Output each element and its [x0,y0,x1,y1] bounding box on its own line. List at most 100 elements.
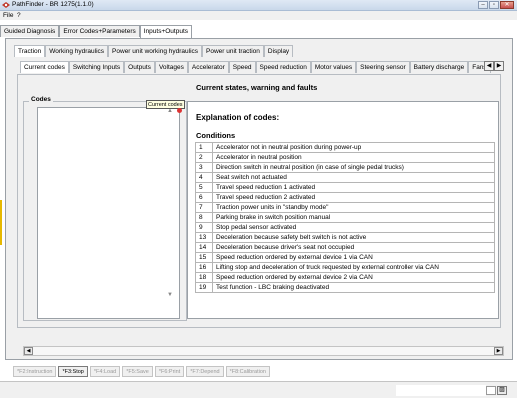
condition-number: 2 [195,152,213,163]
condition-text: Parking brake in switch position manual [212,212,495,223]
condition-text: Seat switch not actuated [212,172,495,183]
table-row: 13 Deceleration because safety belt switc… [195,232,495,243]
table-row: 16 Lifting stop and deceleration of truck… [195,262,495,273]
condition-number: 19 [195,282,213,293]
table-row: 9 Stop pedal sensor activated [195,222,495,233]
condition-number: 14 [195,242,213,253]
resize-grip-icon[interactable]: ▨ [497,386,507,395]
tab-voltages[interactable]: Voltages [154,61,188,73]
table-row: 6 Travel speed reduction 2 activated [195,192,495,203]
subtabs-level-2: Current codes Switching Inputs Outputs V… [20,61,491,73]
condition-text: Traction power units in "standby mode" [212,202,495,213]
codes-list[interactable] [37,107,180,319]
tab-motor-values[interactable]: Motor values [310,61,357,73]
horizontal-scrollbar[interactable]: ◀ ▶ [23,346,504,356]
tab-scroll-arrows: ◀ ▶ [484,61,504,71]
codes-scroll-down-icon[interactable]: ▼ [167,292,173,298]
f7-depend-button[interactable]: *F7:Depend [186,366,224,377]
table-row: 5 Travel speed reduction 1 activated [195,182,495,193]
scroll-right-button[interactable]: ▶ [494,347,503,355]
explanation-panel: Explanation of codes: Conditions 1 Accele… [187,101,499,319]
tab-speed[interactable]: Speed [228,61,256,73]
tab-switching-inputs[interactable]: Switching Inputs [68,61,125,73]
condition-text: Accelerator in neutral position [212,152,495,163]
condition-number: 16 [195,262,213,273]
table-row: 8 Parking brake in switch position manual [195,212,495,223]
tab-power-unit-traction[interactable]: Power unit traction [202,45,264,57]
tab-current-codes[interactable]: Current codes [20,61,69,73]
condition-text: Accelerator not in neutral position duri… [212,142,495,153]
f6-print-button[interactable]: *F6:Print [154,366,185,377]
f8-calibration-button[interactable]: *F8:Calibration [225,366,270,377]
close-button[interactable]: ✕ [500,1,514,9]
table-row: 7 Traction power units in "standby mode" [195,202,495,213]
tab-steering-sensor[interactable]: Steering sensor [356,61,410,73]
table-row: 4 Seat switch not actuated [195,172,495,183]
maximize-button[interactable]: ▫ [489,1,499,9]
app-icon [2,2,10,8]
condition-text: Test function - LBC braking deactivated [212,282,495,293]
tab-guided-diagnosis[interactable]: Guided Diagnosis [0,25,60,37]
condition-text: Speed reduction ordered by external devi… [212,272,495,283]
explanation-title: Explanation of codes: [196,113,280,122]
codes-group-label: Codes [29,96,53,103]
menu-help[interactable]: ? [17,12,21,19]
table-row: 19 Test function - LBC braking deactivate… [195,282,495,293]
menu-bar: File ? [0,11,517,20]
tab-error-codes[interactable]: Error Codes+Parameters [59,25,140,37]
condition-number: 5 [195,182,213,193]
condition-number: 1 [195,142,213,153]
section-title: Current states, warning and faults [196,83,318,92]
condition-number: 3 [195,162,213,173]
subtabs-level-1: Traction Working hydraulics Power unit w… [14,45,294,57]
title-bar: PathFinder - BR 1275(1.1.0) – ▫ ✕ [0,0,517,11]
top-tabs: Guided Diagnosis Error Codes+Parameters … [0,25,193,38]
tab-outputs[interactable]: Outputs [124,61,155,73]
status-bar: ▨ [0,381,517,398]
side-marker [0,200,2,245]
tab-battery-discharge[interactable]: Battery discharge [409,61,469,73]
condition-text: Speed reduction ordered by external devi… [212,252,495,263]
conditions-table: 1 Accelerator not in neutral position dur… [195,142,495,293]
condition-number: 7 [195,202,213,213]
tab-display[interactable]: Display [263,45,294,57]
tab-inputs-outputs[interactable]: Inputs+Outputs [139,25,193,38]
tab-working-hydraulics[interactable]: Working hydraulics [45,45,109,57]
condition-text: Lifting stop and deceleration of truck r… [212,262,495,273]
minimize-button[interactable]: – [478,1,488,9]
condition-number: 8 [195,212,213,223]
condition-number: 6 [195,192,213,203]
status-dot-icon [177,108,182,113]
tab-scroll-right-button[interactable]: ▶ [494,61,504,71]
table-row: 1 Accelerator not in neutral position dur… [195,142,495,153]
condition-number: 13 [195,232,213,243]
tab-scroll-left-button[interactable]: ◀ [484,61,494,71]
f3-stop-button[interactable]: *F3:Stop [58,366,88,377]
table-row: 15 Speed reduction ordered by external de… [195,252,495,263]
condition-text: Travel speed reduction 1 activated [212,182,495,193]
f5-save-button[interactable]: *F5:Save [122,366,153,377]
tab-power-unit-working-hydraulics[interactable]: Power unit working hydraulics [108,45,203,57]
function-key-bar: *F2:Instruction *F3:Stop *F4:Load *F5:Sa… [13,366,270,377]
tab-traction[interactable]: Traction [14,45,46,57]
condition-text: Direction switch in neutral position (in… [212,162,495,173]
scroll-left-button[interactable]: ◀ [24,347,33,355]
f2-instruction-button[interactable]: *F2:Instruction [13,366,57,377]
condition-text: Deceleration because safety belt switch … [212,232,495,243]
table-row: 14 Deceleration because driver's seat not… [195,242,495,253]
menu-file[interactable]: File [3,12,13,19]
condition-number: 18 [195,272,213,283]
condition-number: 9 [195,222,213,233]
conditions-title: Conditions [196,131,236,140]
status-field [396,385,486,396]
table-row: 2 Accelerator in neutral position [195,152,495,163]
condition-text: Stop pedal sensor activated [212,222,495,233]
table-row: 3 Direction switch in neutral position (i… [195,162,495,173]
tab-speed-reduction[interactable]: Speed reduction [255,61,311,73]
condition-text: Deceleration because driver's seat not o… [212,242,495,253]
f4-load-button[interactable]: *F4:Load [89,366,121,377]
tab-accelerator[interactable]: Accelerator [187,61,229,73]
window-title: PathFinder - BR 1275(1.1.0) [12,1,94,8]
condition-text: Travel speed reduction 2 activated [212,192,495,203]
condition-number: 15 [195,252,213,263]
